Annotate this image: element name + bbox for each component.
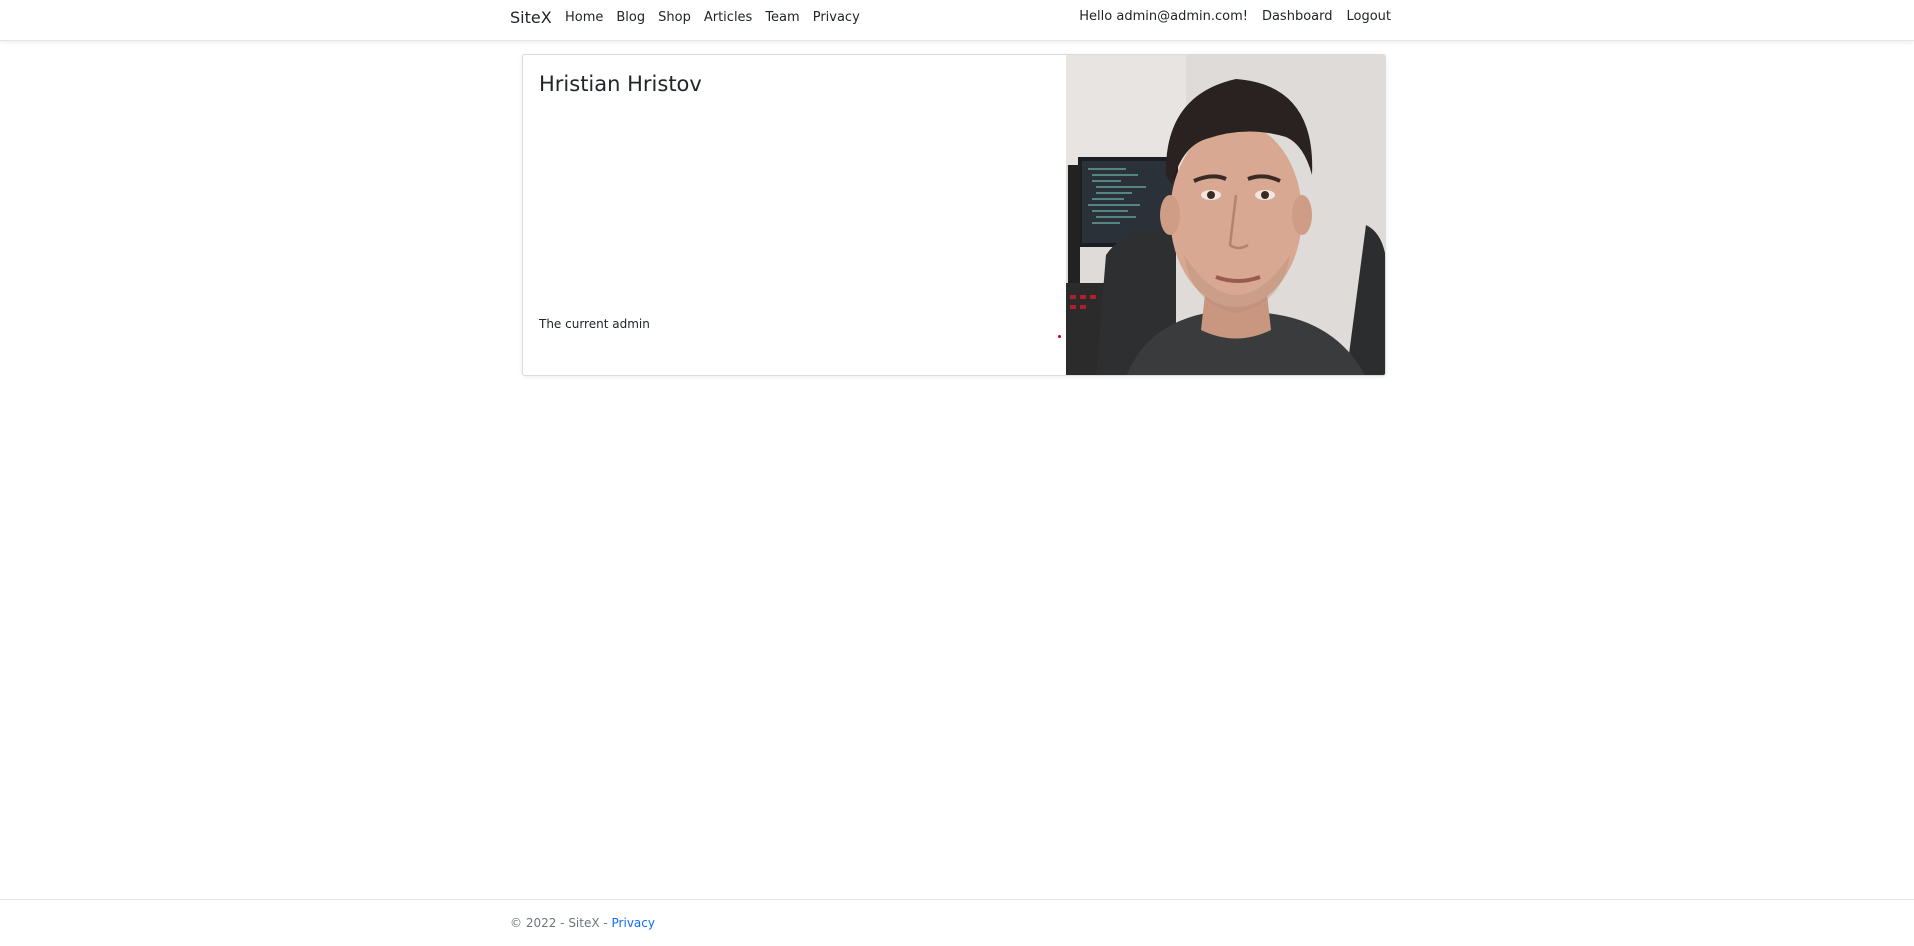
user-greeting[interactable]: Hello admin@admin.com! <box>1079 9 1248 24</box>
logout-link[interactable]: Logout <box>1346 9 1391 24</box>
red-dot-marker <box>1058 335 1061 338</box>
team-member-card: Hristian Hristov The current admin <box>522 54 1386 376</box>
nav-links: Home Blog Shop Articles Team Privacy <box>565 10 873 25</box>
nav-link-blog[interactable]: Blog <box>616 10 645 25</box>
dashboard-link[interactable]: Dashboard <box>1262 9 1333 24</box>
brand-link[interactable]: SiteX <box>510 8 552 27</box>
footer-privacy-link[interactable]: Privacy <box>612 916 655 930</box>
nav-link-shop[interactable]: Shop <box>658 10 691 25</box>
nav-link-home[interactable]: Home <box>565 10 603 25</box>
page-footer: © 2022 - SiteX - Privacy <box>0 899 1914 946</box>
member-description: The current admin <box>539 317 650 331</box>
nav-user-area: Hello admin@admin.com! Dashboard Logout <box>1079 9 1391 24</box>
nav-link-team[interactable]: Team <box>765 10 799 25</box>
member-name: Hristian Hristov <box>539 72 702 96</box>
nav-link-articles[interactable]: Articles <box>704 10 752 25</box>
footer-copyright: © 2022 - SiteX - <box>510 916 612 930</box>
top-navbar: SiteX Home Blog Shop Articles Team Priva… <box>0 0 1914 41</box>
member-photo <box>1066 55 1385 375</box>
footer-text: © 2022 - SiteX - Privacy <box>510 916 655 930</box>
nav-link-privacy[interactable]: Privacy <box>813 10 860 25</box>
